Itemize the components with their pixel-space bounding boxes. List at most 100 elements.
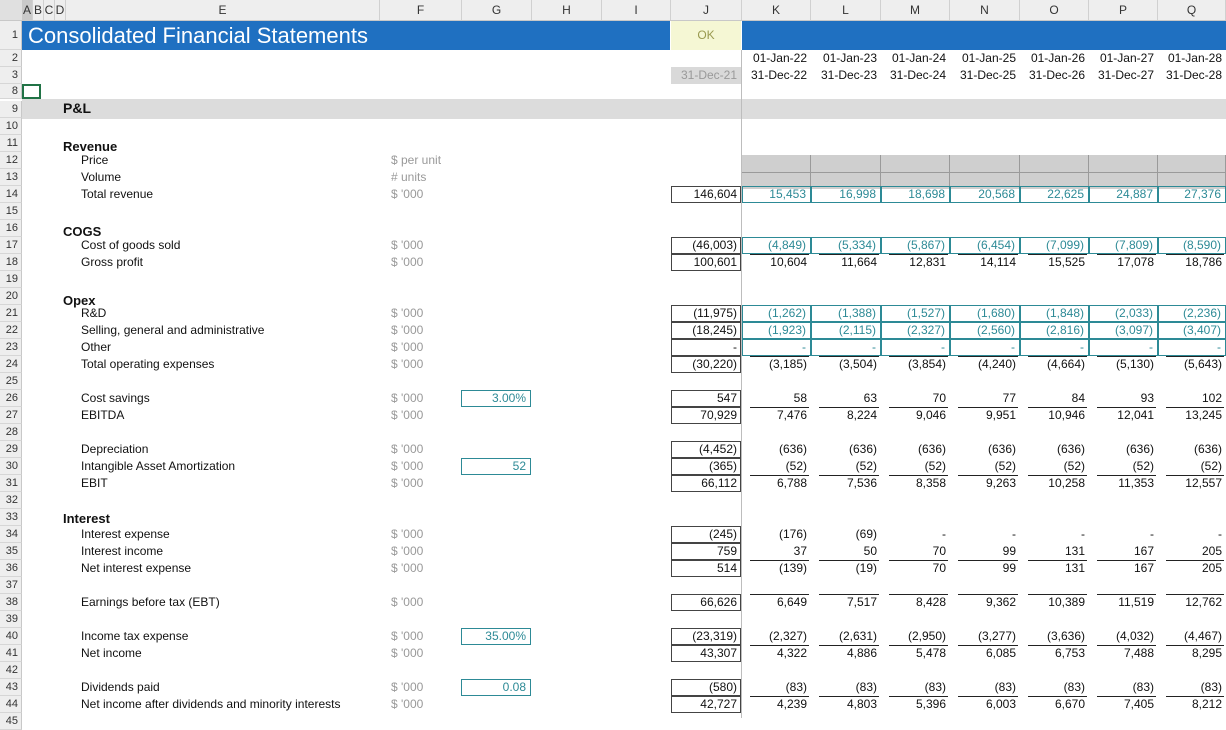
value-rd-6[interactable]: (2,033) [1089, 305, 1158, 322]
input-cell-price-volume[interactable] [1158, 155, 1226, 189]
value-tax-6[interactable]: (4,032) [1089, 628, 1158, 645]
row-label-total_revenue[interactable]: Total revenue [81, 186, 153, 203]
row-header-24[interactable]: 24 [0, 356, 22, 373]
row-header-20[interactable]: 20 [0, 288, 22, 305]
row-unit-int_exp[interactable]: $ '000 [391, 526, 423, 543]
value-int_exp-6[interactable]: - [1089, 526, 1158, 543]
row-header-44[interactable]: 44 [0, 696, 22, 713]
row-unit-ni_after[interactable]: $ '000 [391, 696, 423, 713]
value-int_inc-1[interactable]: 37 [742, 543, 811, 560]
row-header-12[interactable]: 12 [0, 152, 22, 169]
row-header-9[interactable]: 9 [0, 101, 22, 118]
select-all-corner[interactable] [0, 0, 23, 20]
value-amortization-1[interactable]: (52) [742, 458, 811, 475]
value-net_int-7[interactable]: 205 [1158, 560, 1226, 577]
value-rd-3[interactable]: (1,527) [881, 305, 950, 322]
value-depreciation-2[interactable]: (636) [811, 441, 881, 458]
value-int_exp-1[interactable]: (176) [742, 526, 811, 543]
value-int_inc-2[interactable]: 50 [811, 543, 881, 560]
value-ni_after-1[interactable]: 4,239 [742, 696, 811, 713]
input-cell-price-volume[interactable] [1089, 155, 1158, 189]
row-label-volume[interactable]: Volume [81, 169, 121, 186]
total-value-gross_profit[interactable]: 100,601 [671, 254, 741, 271]
value-sga-6[interactable]: (3,097) [1089, 322, 1158, 339]
period-start-4[interactable]: 01-Jan-25 [950, 50, 1020, 67]
row-label-ni_after[interactable]: Net income after dividends and minority … [81, 696, 340, 713]
period-start-1[interactable]: 01-Jan-22 [742, 50, 811, 67]
row-unit-total_opex[interactable]: $ '000 [391, 356, 423, 373]
value-sga-1[interactable]: (1,923) [742, 322, 811, 339]
row-header-1[interactable]: 1 [0, 21, 22, 50]
row-header-19[interactable]: 19 [0, 271, 22, 288]
value-ebit-2[interactable]: 7,536 [811, 475, 881, 492]
value-amortization-7[interactable]: (52) [1158, 458, 1226, 475]
row-header-34[interactable]: 34 [0, 526, 22, 543]
value-gross_profit-1[interactable]: 10,604 [742, 254, 811, 271]
row-header-3[interactable]: 3 [0, 67, 22, 84]
value-total_revenue-5[interactable]: 22,625 [1020, 186, 1089, 203]
value-ni_after-7[interactable]: 8,212 [1158, 696, 1226, 713]
value-ebt-2[interactable]: 7,517 [811, 594, 881, 611]
value-depreciation-7[interactable]: (636) [1158, 441, 1226, 458]
row-label-tax[interactable]: Income tax expense [81, 628, 188, 645]
total-value-total_revenue[interactable]: 146,604 [671, 186, 741, 203]
value-other-2[interactable]: - [811, 339, 881, 356]
column-header-K[interactable]: K [742, 0, 811, 20]
value-gross_profit-2[interactable]: 11,664 [811, 254, 881, 271]
row-unit-price[interactable]: $ per unit [391, 152, 441, 169]
total-value-sga[interactable]: (18,245) [671, 322, 741, 339]
column-header-M[interactable]: M [881, 0, 950, 20]
row-header-23[interactable]: 23 [0, 339, 22, 356]
column-header-N[interactable]: N [950, 0, 1020, 20]
value-other-1[interactable]: - [742, 339, 811, 356]
active-cell-selection[interactable] [22, 84, 41, 99]
period-end-7[interactable]: 31-Dec-28 [1158, 67, 1226, 84]
value-net_int-6[interactable]: 167 [1089, 560, 1158, 577]
value-int_inc-4[interactable]: 99 [950, 543, 1020, 560]
period-end-4[interactable]: 31-Dec-25 [950, 67, 1020, 84]
value-dividends-6[interactable]: (83) [1089, 679, 1158, 696]
row-header-37[interactable]: 37 [0, 577, 22, 594]
value-int_exp-5[interactable]: - [1020, 526, 1089, 543]
value-cogs-4[interactable]: (6,454) [950, 237, 1020, 254]
value-depreciation-4[interactable]: (636) [950, 441, 1020, 458]
total-value-int_exp[interactable]: (245) [671, 526, 741, 543]
value-rd-5[interactable]: (1,848) [1020, 305, 1089, 322]
assumption-input-amortization[interactable]: 52 [461, 458, 531, 475]
row-header-26[interactable]: 26 [0, 390, 22, 407]
input-cell-price-volume[interactable] [950, 155, 1020, 189]
value-tax-3[interactable]: (2,950) [881, 628, 950, 645]
row-header-45[interactable]: 45 [0, 713, 22, 730]
value-tax-1[interactable]: (2,327) [742, 628, 811, 645]
value-int_exp-2[interactable]: (69) [811, 526, 881, 543]
value-dividends-7[interactable]: (83) [1158, 679, 1226, 696]
period-end-6[interactable]: 31-Dec-27 [1089, 67, 1158, 84]
row-label-cost_savings[interactable]: Cost savings [81, 390, 150, 407]
value-net_int-5[interactable]: 131 [1020, 560, 1089, 577]
row-header-30[interactable]: 30 [0, 458, 22, 475]
column-header-G[interactable]: G [462, 0, 532, 20]
value-ni_after-3[interactable]: 5,396 [881, 696, 950, 713]
value-ebitda-5[interactable]: 10,946 [1020, 407, 1089, 424]
row-header-42[interactable]: 42 [0, 662, 22, 679]
row-label-int_exp[interactable]: Interest expense [81, 526, 170, 543]
value-other-3[interactable]: - [881, 339, 950, 356]
row-unit-cost_savings[interactable]: $ '000 [391, 390, 423, 407]
column-header-D[interactable]: D [55, 0, 66, 20]
row-label-rd[interactable]: R&D [81, 305, 106, 322]
value-rd-1[interactable]: (1,262) [742, 305, 811, 322]
value-cogs-1[interactable]: (4,849) [742, 237, 811, 254]
period-start-2[interactable]: 01-Jan-23 [811, 50, 881, 67]
value-sga-5[interactable]: (2,816) [1020, 322, 1089, 339]
row-header-16[interactable]: 16 [0, 220, 22, 237]
value-dividends-2[interactable]: (83) [811, 679, 881, 696]
value-cost_savings-2[interactable]: 63 [811, 390, 881, 407]
total-value-net_int[interactable]: 514 [671, 560, 741, 577]
value-ebt-6[interactable]: 11,519 [1089, 594, 1158, 611]
row-label-gross_profit[interactable]: Gross profit [81, 254, 143, 271]
row-header-10[interactable]: 10 [0, 118, 22, 135]
value-int_inc-5[interactable]: 131 [1020, 543, 1089, 560]
value-total_opex-3[interactable]: (3,854) [881, 356, 950, 373]
row-label-dividends[interactable]: Dividends paid [81, 679, 160, 696]
total-value-amortization[interactable]: (365) [671, 458, 741, 475]
